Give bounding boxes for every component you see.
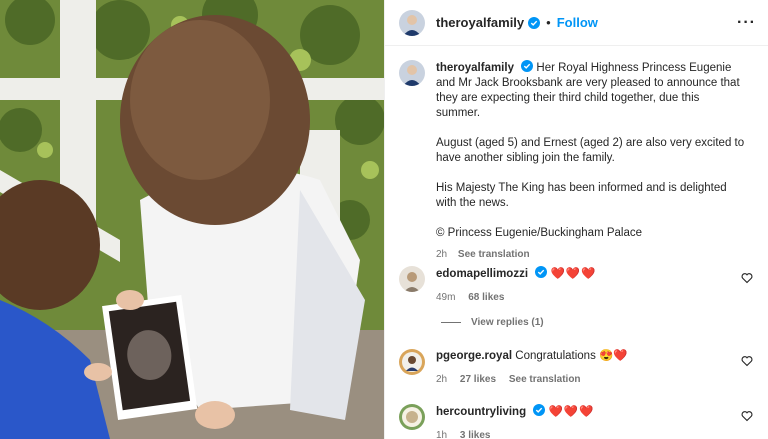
comment-time: 1h [436,430,448,439]
follow-button[interactable]: Follow [557,15,598,30]
comment: edomapellimozzi ❤️❤️❤️ 49m 68 likes [399,266,759,305]
like-heart-icon[interactable] [741,272,753,284]
see-translation-link[interactable]: See translation [458,249,530,260]
comment-username[interactable]: hercountryliving [436,406,526,418]
caption-paragraph: © Princess Eugenie/Buckingham Palace [436,227,643,239]
post-time: 2h [436,249,448,260]
avatar[interactable] [399,404,425,430]
like-heart-icon[interactable] [741,355,753,367]
replies-line [441,322,461,323]
view-replies-button[interactable]: View replies (1) [441,317,544,328]
verified-badge-icon [533,404,546,416]
avatar[interactable] [399,60,425,86]
comment: hercountryliving ❤️❤️❤️ 1h 3 likes [399,404,759,439]
avatar[interactable] [399,9,425,36]
comment-text: ❤️❤️❤️ [548,406,595,418]
view-replies-label: View replies (1) [471,317,544,328]
see-translation-link[interactable]: See translation [509,374,581,385]
comment: pgeorge.royal Congratulations 😍❤️ 2h 27 … [399,349,759,387]
comment-username[interactable]: edomapellimozzi [436,268,528,280]
verified-badge-icon [521,60,534,72]
post-header: theroyalfamily • Follow ··· [385,0,768,46]
comment-time: 2h [436,374,448,385]
comment-username[interactable]: pgeorge.royal [436,350,512,362]
verified-badge-icon [535,266,548,278]
like-heart-icon[interactable] [741,410,753,422]
verified-badge-icon [528,16,541,29]
comment-text: ❤️❤️❤️ [550,268,597,280]
caption-paragraph: August (aged 5) and Ernest (aged 2) are … [436,137,745,164]
avatar[interactable] [399,266,425,292]
caption-meta: 2h See translation [436,247,746,262]
comment-likes[interactable]: 68 likes [468,292,504,303]
comment-text: Congratulations 😍❤️ [515,350,628,362]
post-username[interactable]: theroyalfamily [436,15,524,30]
avatar[interactable] [399,349,425,375]
comment-likes[interactable]: 3 likes [460,430,491,439]
post-photo [0,0,384,439]
caption: theroyalfamily Her Royal Highness Prince… [399,60,759,262]
separator-dot: • [546,15,551,30]
more-horizontal-icon[interactable]: ··· [737,14,756,32]
comment-time: 49m [436,292,456,303]
caption-paragraph: His Majesty The King has been informed a… [436,182,727,209]
comment-likes[interactable]: 27 likes [460,374,496,385]
post-panel: theroyalfamily • Follow ··· theroyalfami… [384,0,768,439]
caption-username[interactable]: theroyalfamily [436,62,514,74]
